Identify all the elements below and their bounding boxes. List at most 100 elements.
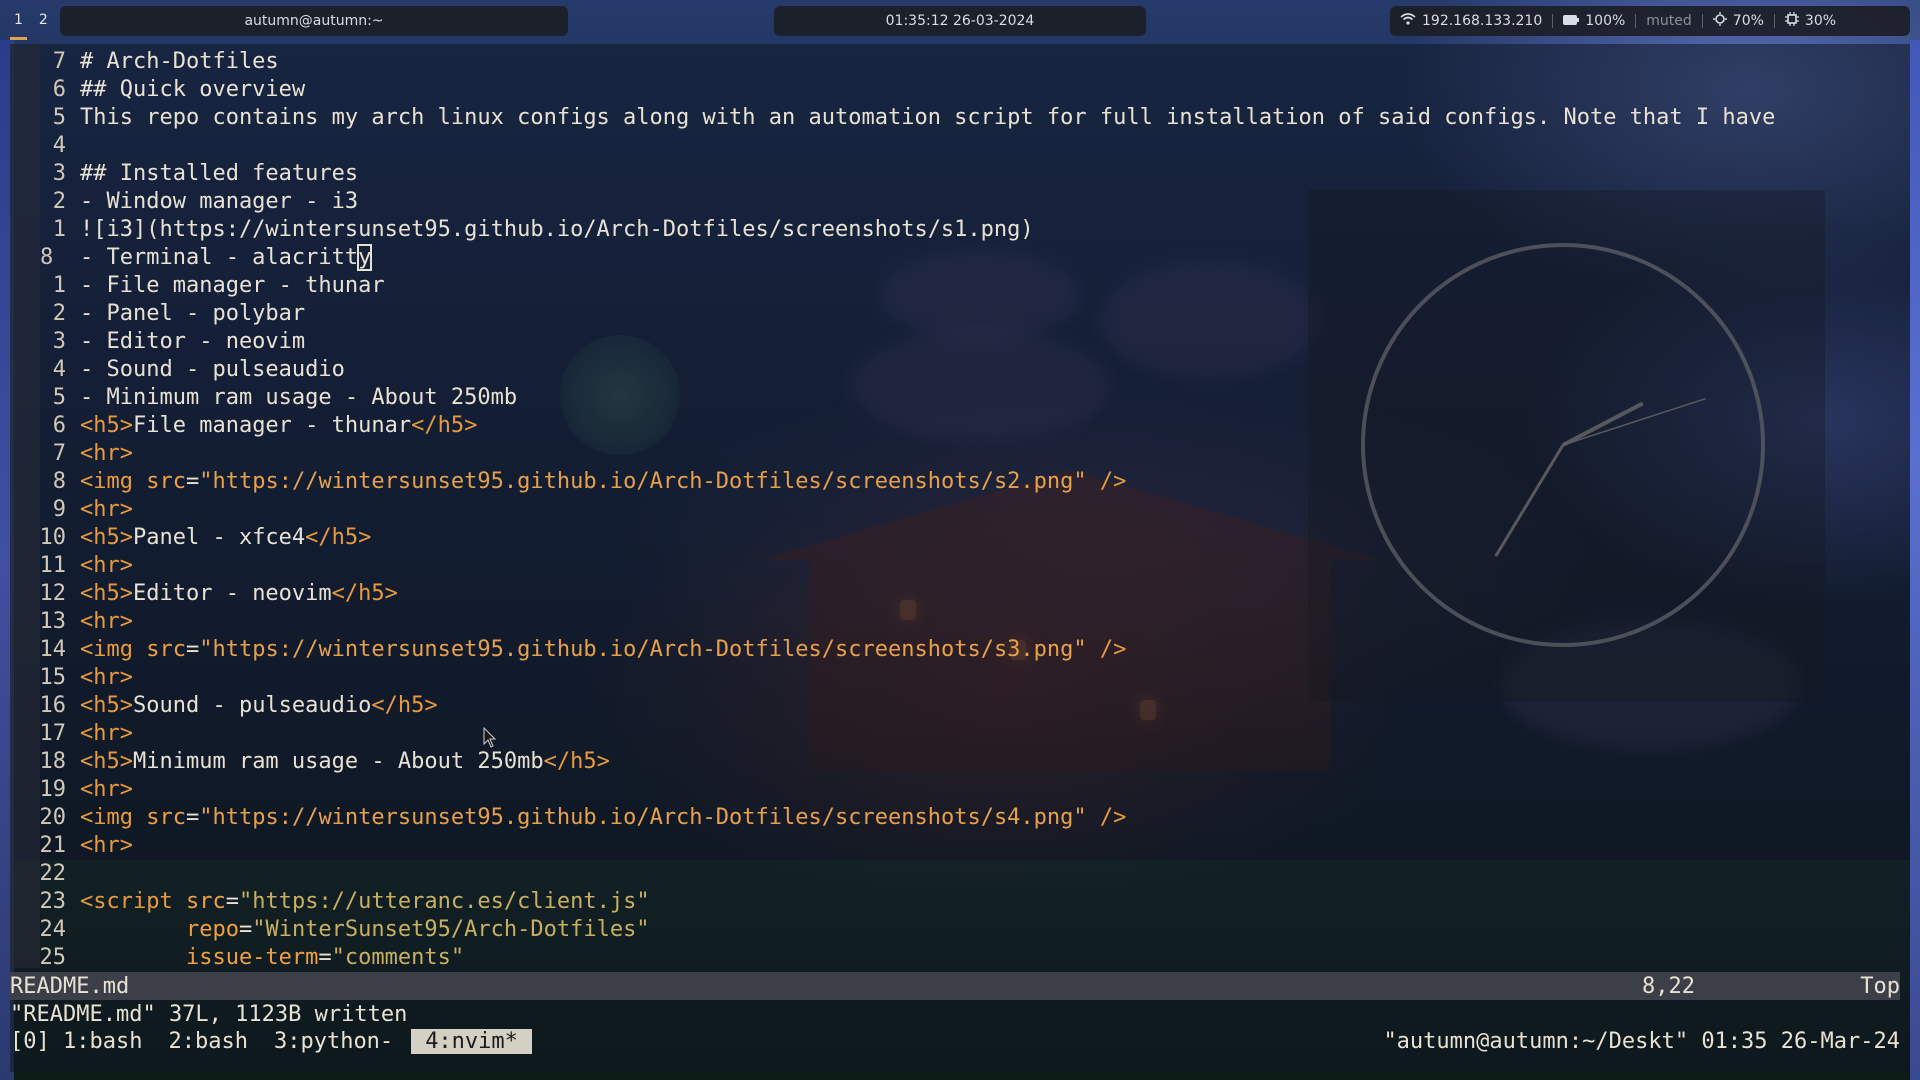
- minute-hand: [1494, 444, 1565, 557]
- line-number: 20: [39, 804, 67, 830]
- editor-line[interactable]: 24 repo="WinterSunset95/Arch-Dotfiles": [10, 915, 650, 943]
- editor-line[interactable]: 9 <hr>: [10, 495, 133, 523]
- statusline-filename: README.md: [10, 973, 130, 999]
- date-time-box: 01:35:12 26-03-2024: [774, 6, 1146, 36]
- tmux-window-3[interactable]: 3:python-: [274, 1029, 393, 1054]
- text-cursor: y: [357, 243, 373, 271]
- editor-line[interactable]: 22: [10, 859, 80, 887]
- editor-line[interactable]: 4: [10, 131, 80, 159]
- line-text: - File manager - thunar: [80, 272, 385, 298]
- editor-line[interactable]: 3 ## Installed features: [10, 159, 358, 187]
- editor-line[interactable]: 25 issue-term="comments": [10, 943, 465, 971]
- cpu-icon: [1784, 12, 1799, 30]
- line-text: - Terminal - alacritt: [80, 244, 359, 270]
- editor-line[interactable]: 12 <h5>Editor - neovim</h5>: [10, 579, 398, 607]
- tmux-window-4[interactable]: 4:nvim*: [411, 1028, 532, 1054]
- line-content: - Editor - neovim: [80, 329, 305, 354]
- syntax-token: Editor - neovim: [132, 580, 332, 606]
- syntax-token: issue-term: [80, 944, 319, 970]
- line-number: 9: [52, 496, 66, 522]
- system-status: 192.168.133.210 100% muted 70% 30%: [1390, 6, 1910, 36]
- editor-line[interactable]: 23 <script src="https://utteranc.es/clien…: [10, 887, 650, 915]
- editor-line[interactable]: 20 <img src="https://wintersunset95.githu…: [10, 803, 1127, 831]
- editor-line[interactable]: 6 ## Quick overview: [10, 75, 305, 103]
- editor-line[interactable]: 4 - Sound - pulseaudio: [10, 355, 345, 383]
- line-content: - Minimum ram usage - About 250mb: [80, 385, 517, 410]
- editor-line[interactable]: 14 <img src="https://wintersunset95.githu…: [10, 635, 1127, 663]
- line-content: ## Installed features: [80, 161, 358, 186]
- editor-line[interactable]: 3 - Editor - neovim: [10, 327, 305, 355]
- editor-line[interactable]: 5 - Minimum ram usage - About 250mb: [10, 383, 517, 411]
- syntax-token: </h5>: [371, 692, 438, 718]
- syntax-token: <h5>: [80, 412, 133, 438]
- brightness-status[interactable]: 70%: [1703, 12, 1774, 30]
- ip-address: 192.168.133.210: [1422, 13, 1543, 29]
- editor-line[interactable]: 2 - Window manager - i3: [10, 187, 358, 215]
- syntax-token: =: [185, 804, 200, 830]
- editor-line[interactable]: 13 <hr>: [10, 607, 133, 635]
- editor-line[interactable]: 7 # Arch-Dotfiles: [10, 47, 279, 75]
- workspace-1[interactable]: 1: [6, 12, 31, 40]
- editor-line[interactable]: 6 <h5>File manager - thunar</h5>: [10, 411, 478, 439]
- syntax-token: </h5>: [331, 580, 398, 606]
- wifi-icon: [1400, 13, 1416, 29]
- cursor-position: 8,22: [1642, 973, 1695, 999]
- line-content: repo="WinterSunset95/Arch-Dotfiles": [80, 917, 650, 942]
- line-number: 19: [39, 776, 67, 802]
- line-text: - Sound - pulseaudio: [80, 356, 345, 382]
- editor-line[interactable]: 8 <img src="https://wintersunset95.github…: [10, 467, 1127, 495]
- syntax-token: <h5>: [80, 524, 133, 550]
- editor-line[interactable]: 18 <h5>Minimum ram usage - About 250mb</h…: [10, 747, 610, 775]
- line-text: ![i3](https://wintersunset95.github.io/A…: [80, 216, 1034, 242]
- syntax-token: <hr>: [80, 664, 133, 690]
- line-content: <h5>File manager - thunar</h5>: [80, 413, 477, 438]
- editor-line[interactable]: 17 <hr>: [10, 719, 133, 747]
- editor-line[interactable]: 11 <hr>: [10, 551, 133, 579]
- syntax-token: <hr>: [80, 440, 133, 466]
- tmux-window-2[interactable]: 2:bash: [168, 1029, 247, 1054]
- editor-line[interactable]: 19 <hr>: [10, 775, 133, 803]
- editor-line[interactable]: 10 <h5>Panel - xfce4</h5>: [10, 523, 372, 551]
- hour-hand: [1562, 401, 1644, 447]
- editor-line[interactable]: 16 <h5>Sound - pulseaudio</h5>: [10, 691, 438, 719]
- syntax-token: <img: [80, 468, 147, 494]
- line-number: 7: [52, 440, 66, 466]
- editor-line[interactable]: 2 - Panel - polybar: [10, 299, 305, 327]
- line-content: ![i3](https://wintersunset95.github.io/A…: [80, 217, 1034, 242]
- line-text: - Window manager - i3: [80, 188, 359, 214]
- editor-line[interactable]: 1 - File manager - thunar: [10, 271, 385, 299]
- line-content: - Window manager - i3: [80, 189, 358, 214]
- editor-line[interactable]: 8 - Terminal - alacritty: [10, 243, 373, 271]
- editor-line[interactable]: 1 ![i3](https://wintersunset95.github.io/…: [10, 215, 1034, 243]
- syntax-token: <hr>: [80, 832, 133, 858]
- line-content: - Panel - polybar: [80, 301, 305, 326]
- workspace-2[interactable]: 2: [31, 12, 56, 28]
- volume-status[interactable]: muted: [1636, 13, 1702, 29]
- battery-status[interactable]: 100%: [1553, 13, 1635, 29]
- editor-line[interactable]: 21 <hr>: [10, 831, 133, 859]
- volume-label: muted: [1646, 13, 1692, 29]
- line-number: 5: [52, 104, 66, 130]
- syntax-token: </h5>: [305, 524, 372, 550]
- line-content: <script src="https://utteranc.es/client.…: [80, 889, 650, 914]
- editor-line[interactable]: 7 <hr>: [10, 439, 133, 467]
- syntax-token: <hr>: [80, 552, 133, 578]
- line-number: 3: [52, 328, 66, 354]
- syntax-token: =: [185, 468, 200, 494]
- analog-clock: [1361, 243, 1765, 647]
- syntax-token: src: [146, 636, 186, 662]
- editor-line[interactable]: 15 <hr>: [10, 663, 133, 691]
- tmux-window-1[interactable]: 1:bash: [63, 1029, 142, 1054]
- line-content: <hr>: [80, 497, 133, 522]
- line-number: 2: [52, 188, 66, 214]
- line-number: 4: [52, 356, 66, 382]
- battery-icon: [1563, 13, 1580, 29]
- editor-line[interactable]: 5 This repo contains my arch linux config…: [10, 103, 1776, 131]
- line-number: 4: [52, 132, 66, 158]
- cpu-status[interactable]: 30%: [1775, 12, 1846, 30]
- syntax-token: Panel - xfce4: [132, 524, 306, 550]
- network-status[interactable]: 192.168.133.210: [1390, 13, 1552, 29]
- line-number: 17: [39, 720, 67, 746]
- line-content: - File manager - thunar: [80, 273, 385, 298]
- scroll-indicator: Top: [1860, 973, 1900, 999]
